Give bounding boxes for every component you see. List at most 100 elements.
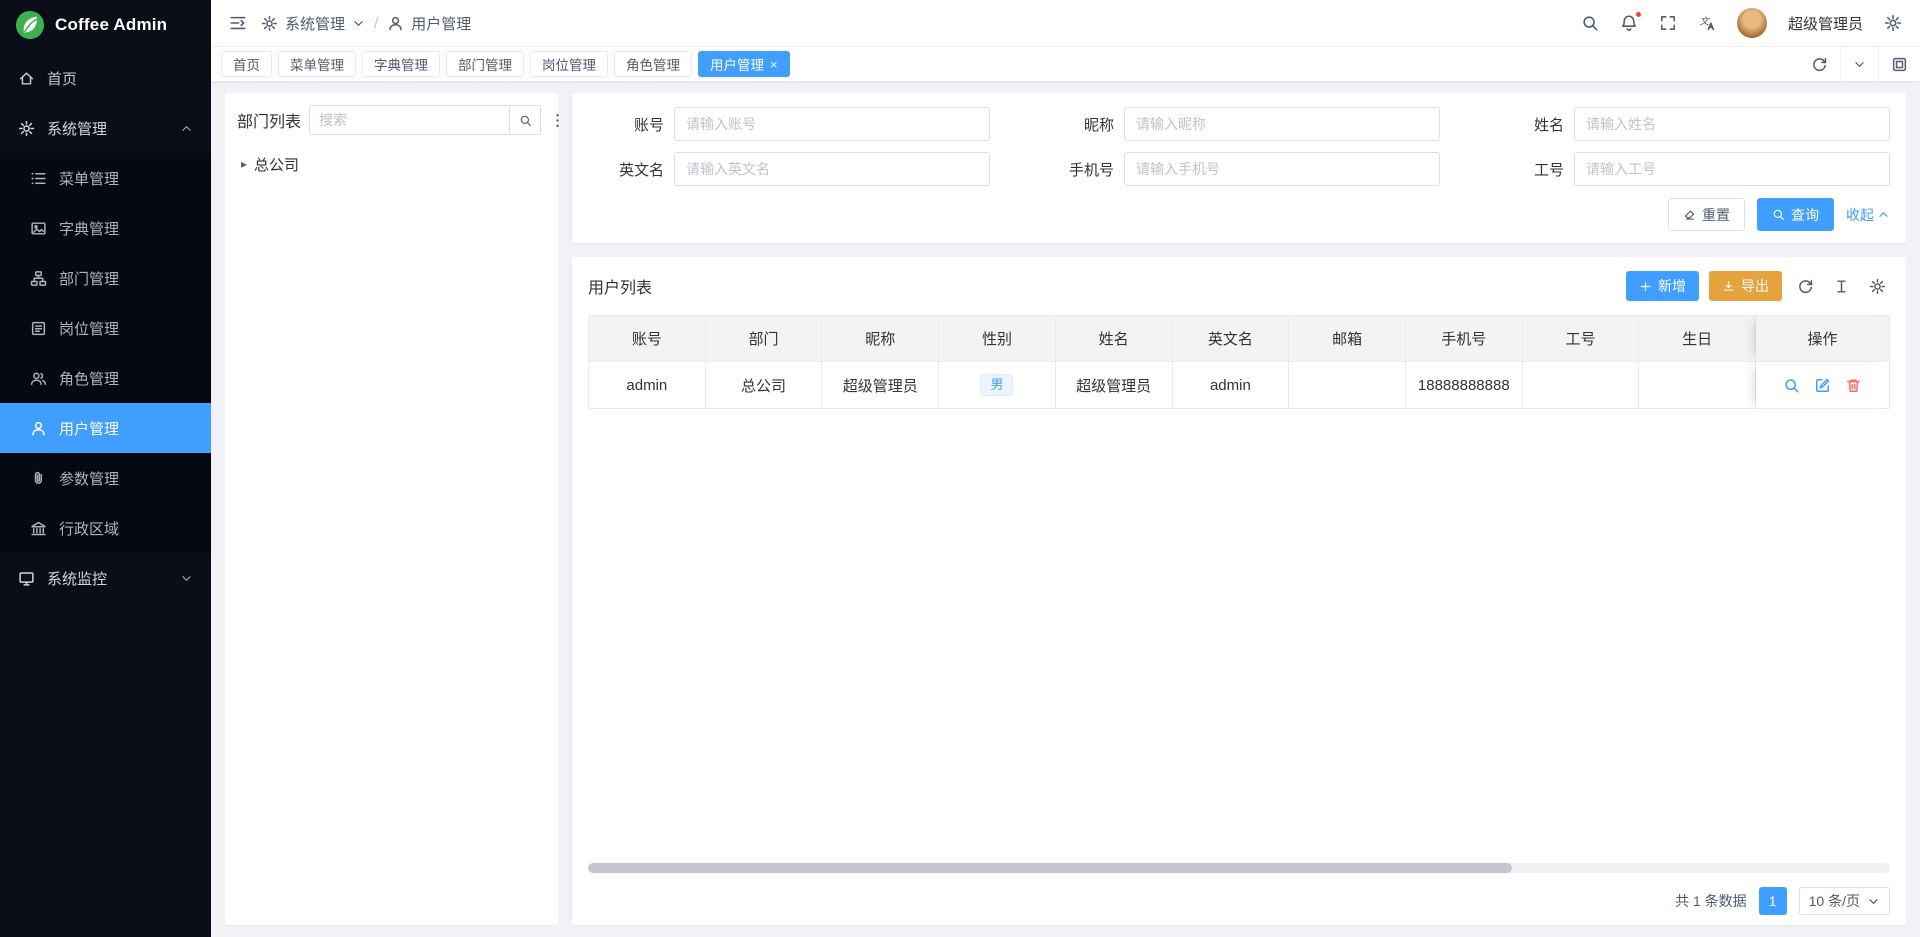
sidebar-collapse-button[interactable]	[229, 14, 247, 32]
table-header-row: 账号 部门 昵称 性别 姓名 英文名 邮箱 手机号 工号 生日 操作	[588, 315, 1890, 362]
column-header[interactable]: 手机号	[1406, 315, 1523, 362]
account-input[interactable]	[674, 107, 990, 141]
tab-label: 首页	[233, 54, 260, 74]
column-header[interactable]: 账号	[588, 315, 706, 362]
view-icon[interactable]	[1783, 377, 1800, 394]
job-number-input[interactable]	[1574, 152, 1890, 186]
sidebar-item-label: 部门管理	[59, 268, 119, 289]
fullscreen-button[interactable]	[1659, 14, 1677, 32]
sidebar-item-post-mgmt[interactable]: 岗位管理	[0, 303, 211, 353]
tab-dept-mgmt[interactable]: 部门管理	[446, 51, 524, 77]
refresh-icon	[1811, 56, 1828, 73]
scrollbar-thumb[interactable]	[588, 863, 1512, 873]
notification-dot	[1635, 11, 1642, 18]
table-settings-button[interactable]	[1864, 273, 1890, 299]
cell-phone: 18888888888	[1406, 362, 1523, 409]
column-header[interactable]: 英文名	[1173, 315, 1290, 362]
department-search-input[interactable]	[309, 105, 509, 135]
chevron-down-icon	[180, 572, 193, 585]
cell-job-number	[1523, 362, 1640, 409]
tab-home[interactable]: 首页	[221, 51, 272, 77]
column-header[interactable]: 工号	[1523, 315, 1640, 362]
sidebar-item-region-mgmt[interactable]: 行政区域	[0, 503, 211, 553]
sidebar-item-role-mgmt[interactable]: 角色管理	[0, 353, 211, 403]
notifications-button[interactable]	[1620, 14, 1638, 32]
page-size-select[interactable]: 10 条/页	[1799, 887, 1890, 915]
add-user-button[interactable]: 新增	[1626, 271, 1699, 301]
tab-role-mgmt[interactable]: 角色管理	[614, 51, 692, 77]
tree-item-label: 总公司	[254, 154, 299, 175]
search-button[interactable]: 查询	[1757, 198, 1834, 231]
tabbar-actions	[1799, 47, 1920, 81]
sidebar-item-home[interactable]: 首页	[0, 53, 211, 103]
name-input[interactable]	[1574, 107, 1890, 141]
content-fullscreen-button[interactable]	[1878, 47, 1920, 81]
sidebar-item-label: 系统监控	[47, 568, 107, 589]
tab-close-icon[interactable]: ×	[770, 58, 778, 71]
export-button[interactable]: 导出	[1709, 271, 1782, 301]
coffee-logo-icon	[15, 10, 45, 40]
refresh-tab-button[interactable]	[1799, 47, 1840, 81]
caret-right-icon[interactable]: ▸	[241, 157, 247, 171]
table-refresh-button[interactable]	[1792, 273, 1818, 299]
sidebar-item-menu-mgmt[interactable]: 菜单管理	[0, 153, 211, 203]
bank-icon	[30, 520, 47, 537]
department-search-button[interactable]	[509, 105, 541, 135]
column-header-actions: 操作	[1756, 315, 1890, 362]
tab-dict-mgmt[interactable]: 字典管理	[362, 51, 440, 77]
language-button[interactable]: 文	[1698, 14, 1716, 32]
sidebar-item-label: 用户管理	[59, 418, 119, 439]
tab-label: 菜单管理	[290, 54, 344, 74]
page-button-1[interactable]: 1	[1759, 887, 1787, 915]
global-search-button[interactable]	[1581, 14, 1599, 32]
settings-button[interactable]	[1884, 14, 1902, 32]
tab-user-mgmt[interactable]: 用户管理 ×	[698, 51, 790, 77]
tab-options-button[interactable]	[1840, 47, 1878, 81]
column-header[interactable]: 部门	[706, 315, 823, 362]
column-header[interactable]: 生日	[1639, 315, 1756, 362]
current-user-name[interactable]: 超级管理员	[1788, 13, 1863, 34]
filter-field-phone: 手机号	[1038, 152, 1440, 186]
column-header[interactable]: 昵称	[822, 315, 939, 362]
field-label: 昵称	[1038, 114, 1114, 135]
column-header[interactable]: 姓名	[1056, 315, 1173, 362]
sidebar-item-label: 字典管理	[59, 218, 119, 239]
delete-icon[interactable]	[1845, 377, 1862, 394]
reset-button[interactable]: 重置	[1668, 198, 1745, 231]
horizontal-scrollbar[interactable]	[588, 863, 1890, 873]
tab-menu-mgmt[interactable]: 菜单管理	[278, 51, 356, 77]
gear-icon	[18, 120, 35, 137]
avatar[interactable]	[1737, 8, 1767, 38]
tab-post-mgmt[interactable]: 岗位管理	[530, 51, 608, 77]
reset-button-label: 重置	[1702, 205, 1730, 225]
department-tree: ▸ 总公司	[237, 149, 546, 913]
column-header[interactable]: 性别	[939, 315, 1056, 362]
filter-actions: 重置 查询 收起	[588, 198, 1890, 231]
sidebar-item-monitor[interactable]: 系统监控	[0, 553, 211, 603]
filter-form: 账号 昵称 姓名 英文名	[588, 107, 1890, 186]
sidebar-item-system[interactable]: 系统管理	[0, 103, 211, 153]
sidebar-item-user-mgmt[interactable]: 用户管理	[0, 403, 211, 453]
sidebar-item-dict-mgmt[interactable]: 字典管理	[0, 203, 211, 253]
collapse-filter-link[interactable]: 收起	[1846, 205, 1890, 225]
breadcrumb-section[interactable]: 系统管理	[285, 13, 345, 34]
breadcrumb-separator: /	[374, 15, 378, 32]
search-icon	[1772, 208, 1785, 221]
main-area: 系统管理 / 用户管理 文 超级管理员	[211, 0, 1920, 937]
phone-input[interactable]	[1124, 152, 1440, 186]
column-header[interactable]: 邮箱	[1289, 315, 1406, 362]
row-height-icon	[1833, 278, 1850, 295]
table-density-button[interactable]	[1828, 273, 1854, 299]
filter-card: 账号 昵称 姓名 英文名	[572, 93, 1906, 243]
edit-icon[interactable]	[1814, 377, 1831, 394]
sidebar-item-label: 系统管理	[47, 118, 107, 139]
tree-item-head-office[interactable]: ▸ 总公司	[237, 149, 546, 179]
nickname-input[interactable]	[1124, 107, 1440, 141]
english-name-input[interactable]	[674, 152, 990, 186]
sidebar-item-dept-mgmt[interactable]: 部门管理	[0, 253, 211, 303]
add-button-label: 新增	[1658, 276, 1686, 296]
pagination-total: 共 1 条数据	[1675, 891, 1747, 911]
sidebar-item-param-mgmt[interactable]: 参数管理	[0, 453, 211, 503]
department-more-button[interactable]	[549, 105, 566, 135]
sidebar-submenu-system: 菜单管理 字典管理 部门管理 岗位管理 角色管理 用户管理	[0, 153, 211, 553]
